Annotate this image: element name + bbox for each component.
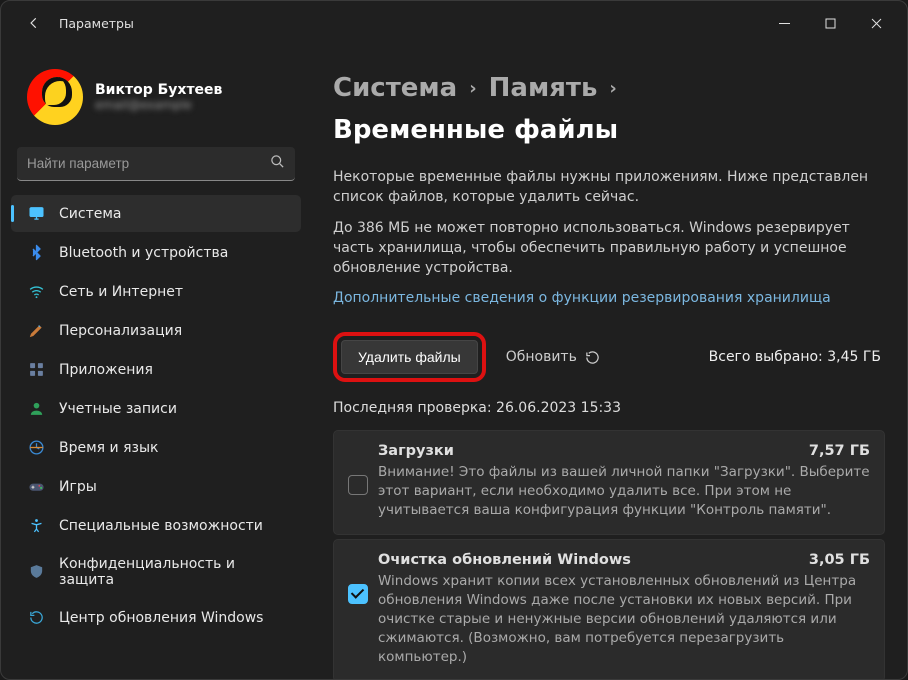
sidebar-item-label: Центр обновления Windows [59,610,263,626]
item-size: 3,05 ГБ [809,552,870,568]
item-description: Windows хранит копии всех установленных … [378,572,870,666]
search-box[interactable] [17,147,295,181]
search-icon [270,154,285,173]
gaming-icon [27,478,45,496]
sidebar-item-personalization[interactable]: Персонализация [11,312,301,349]
accounts-icon [27,400,45,418]
update-icon [27,609,45,627]
annotation-highlight: Удалить файлы [333,332,486,382]
sidebar-item-label: Учетные записи [59,401,177,417]
accessibility-icon [27,517,45,535]
sidebar-item-label: Игры [59,479,97,495]
sidebar-item-accounts[interactable]: Учетные записи [11,390,301,427]
sidebar-item-gaming[interactable]: Игры [11,468,301,505]
sidebar-item-timelang[interactable]: Время и язык [11,429,301,466]
temp-file-item: Загрузки 7,57 ГБ Внимание! Это файлы из … [333,430,885,535]
sidebar-item-label: Bluetooth и устройства [59,245,228,261]
action-row: Удалить файлы Обновить Всего выбрано: 3,… [333,332,885,382]
user-email: email@example [95,98,222,112]
system-icon [27,205,45,223]
sidebar-item-label: Конфиденциальность и защита [59,556,289,588]
sidebar-item-bluetooth[interactable]: Bluetooth и устройства [11,234,301,271]
network-icon [27,283,45,301]
refresh-button[interactable]: Обновить [506,349,600,365]
chevron-right-icon: › [609,78,616,99]
breadcrumb-current: Временные файлы [333,115,618,145]
learn-more-link[interactable]: Дополнительные сведения о функции резерв… [333,290,831,306]
sidebar-item-label: Время и язык [59,440,158,456]
total-label: Всего выбрано: [709,349,823,365]
back-button[interactable] [19,8,49,38]
sidebar-item-network[interactable]: Сеть и Интернет [11,273,301,310]
window-title: Параметры [59,16,761,31]
chevron-right-icon: › [469,78,476,99]
refresh-label: Обновить [506,349,577,365]
bluetooth-icon [27,244,45,262]
item-title: Очистка обновлений Windows [378,552,631,568]
sidebar-item-accessibility[interactable]: Специальные возможности [11,507,301,544]
titlebar: Параметры [1,1,907,45]
item-checkbox[interactable] [348,584,368,604]
sidebar-item-label: Приложения [59,362,153,378]
sidebar-item-label: Персонализация [59,323,182,339]
description-text: Некоторые временные файлы нужны приложен… [333,167,885,208]
delete-files-button[interactable]: Удалить файлы [341,340,478,374]
sidebar-item-label: Система [59,206,121,222]
privacy-icon [27,563,45,581]
sidebar-item-label: Специальные возможности [59,518,263,534]
sidebar-item-label: Сеть и Интернет [59,284,183,300]
personalization-icon [27,322,45,340]
nav-list: Система Bluetooth и устройства Сеть и Ин… [11,195,301,679]
item-size: 7,57 ГБ [809,443,870,459]
avatar [27,69,83,125]
temp-file-item: Очистка обновлений Windows 3,05 ГБ Windo… [333,539,885,679]
breadcrumb-system[interactable]: Система [333,73,457,103]
sidebar-item-apps[interactable]: Приложения [11,351,301,388]
item-checkbox[interactable] [348,475,368,495]
description-text-2: До 386 МБ не может повторно использовать… [333,218,885,279]
sidebar: Виктор Бухтеев email@example Система Blu… [1,45,311,679]
last-check-value: 26.06.2023 15:33 [496,400,621,416]
user-name: Виктор Бухтеев [95,82,222,98]
maximize-button[interactable] [807,7,853,39]
breadcrumb: Система › Память › Временные файлы [333,73,885,145]
sidebar-item-update[interactable]: Центр обновления Windows [11,599,301,636]
item-description: Внимание! Это файлы из вашей личной папк… [378,463,870,520]
search-input[interactable] [27,156,270,171]
last-check-label: Последняя проверка: [333,400,492,416]
total-value: 3,45 ГБ [827,349,881,365]
refresh-icon [585,350,600,365]
breadcrumb-storage[interactable]: Память [489,73,598,103]
last-check: Последняя проверка: 26.06.2023 15:33 [333,400,885,416]
timelang-icon [27,439,45,457]
item-title: Загрузки [378,443,454,459]
temp-files-list: Загрузки 7,57 ГБ Внимание! Это файлы из … [333,430,885,679]
sidebar-item-privacy[interactable]: Конфиденциальность и защита [11,546,301,597]
total-selected: Всего выбрано: 3,45 ГБ [709,349,881,365]
close-button[interactable] [853,7,899,39]
main-content: Система › Память › Временные файлы Некот… [311,45,907,679]
minimize-button[interactable] [761,7,807,39]
sidebar-item-system[interactable]: Система [11,195,301,232]
apps-icon [27,361,45,379]
user-block[interactable]: Виктор Бухтеев email@example [11,57,301,143]
